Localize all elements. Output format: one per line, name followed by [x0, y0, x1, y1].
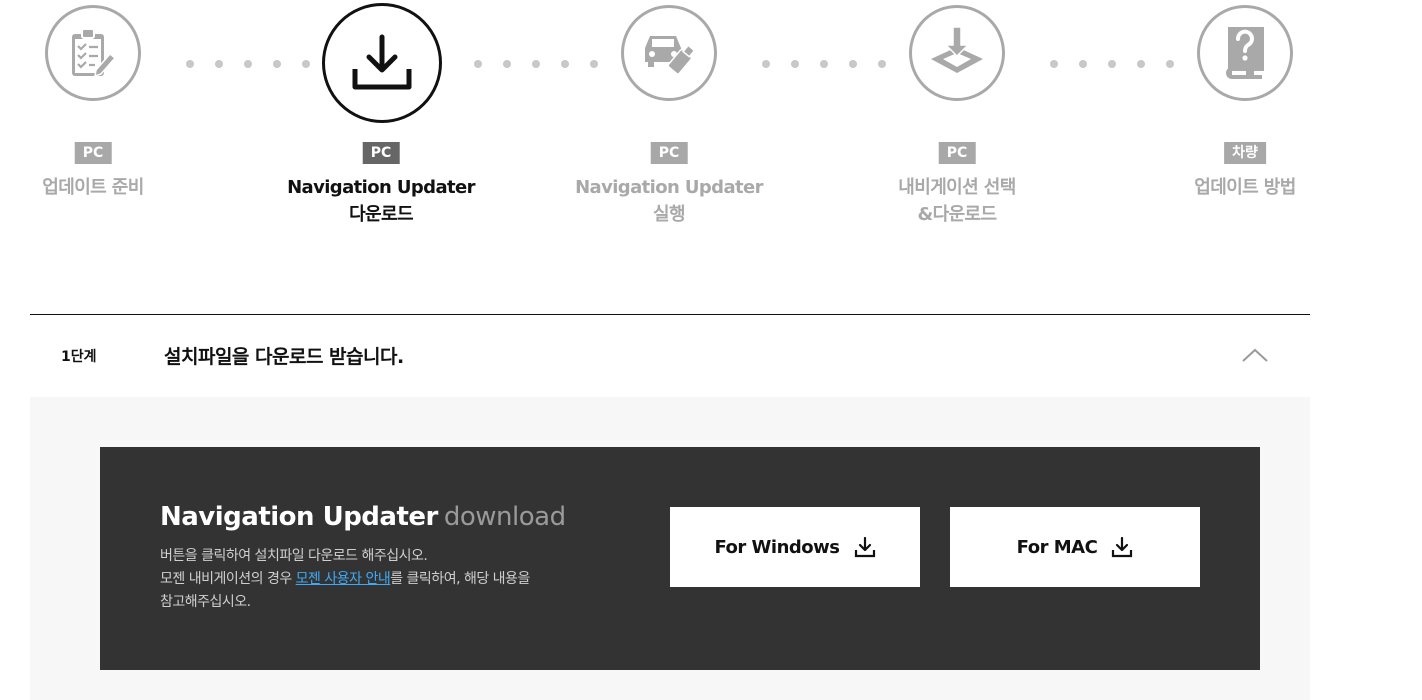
- step-1-badge: PC: [74, 142, 112, 164]
- download-description: 버튼을 클릭하여 설치파일 다운로드 해주십시오. 모젠 내비게이션의 경우 모…: [160, 545, 580, 614]
- step-4-circle[interactable]: [909, 5, 1005, 101]
- step-2-circle[interactable]: [322, 3, 442, 123]
- step-5-label-line1: 업데이트 방법: [1194, 177, 1296, 198]
- download-desc-line2-before: 모젠 내비게이션의 경우: [160, 571, 296, 587]
- step-5-label: 업데이트 방법: [1135, 174, 1355, 201]
- mozen-user-guide-link[interactable]: 모젠 사용자 안내: [296, 571, 391, 587]
- step-progress: PC PC PC PC 차량 업데이트 준비 Navigation Update…: [0, 0, 1422, 240]
- step-2-label: Navigation Updater 다운로드: [271, 174, 491, 228]
- chevron-up-icon[interactable]: [1240, 345, 1270, 365]
- download-mac-button[interactable]: For MAC: [950, 507, 1200, 587]
- step-4-badge: PC: [938, 142, 976, 164]
- car-usb-icon: [645, 36, 696, 75]
- step-1-label-line1: 업데이트 준비: [42, 177, 144, 198]
- download-panel: Navigation Updater download 버튼을 클릭하여 설치파일…: [100, 447, 1260, 670]
- download-icon: [1112, 536, 1133, 558]
- step-connector: [1050, 60, 1174, 68]
- step-3-circle[interactable]: [621, 5, 717, 101]
- step-3-badge: PC: [650, 142, 688, 164]
- accordion-header[interactable]: 1단계 설치파일을 다운로드 받습니다.: [30, 315, 1310, 397]
- accordion-step-label: 1단계: [61, 349, 97, 365]
- download-mac-label: For MAC: [1016, 536, 1098, 558]
- accordion-title: 설치파일을 다운로드 받습니다.: [164, 346, 404, 368]
- download-desc-line2-after: 를 클릭하여, 해당 내용을: [390, 571, 530, 587]
- download-desc-line3: 참고해주십시오.: [160, 594, 251, 610]
- download-desc-line2: 모젠 내비게이션의 경우 모젠 사용자 안내를 클릭하여, 해당 내용을: [160, 568, 580, 591]
- download-windows-button[interactable]: For Windows: [670, 507, 920, 587]
- step-5-badge: 차량: [1224, 142, 1266, 164]
- map-download-icon: [931, 26, 983, 73]
- step-2-label-line2: 다운로드: [349, 204, 413, 225]
- download-title-bold: Navigation Updater: [160, 502, 438, 532]
- step-3-label: Navigation Updater 실행: [559, 174, 779, 228]
- checklist-icon: [72, 28, 117, 78]
- download-icon: [352, 34, 412, 90]
- step-connector: [474, 60, 598, 68]
- step-connector: [762, 60, 886, 68]
- step-2-label-line1: Navigation Updater: [287, 177, 475, 198]
- download-desc-line1: 버튼을 클릭하여 설치파일 다운로드 해주십시오.: [160, 548, 428, 564]
- download-icon: [854, 536, 875, 558]
- help-book-icon: [1226, 27, 1264, 79]
- step-1-circle[interactable]: [45, 5, 141, 101]
- download-title: Navigation Updater download: [160, 502, 566, 532]
- step-1-label: 업데이트 준비: [0, 174, 203, 201]
- step-4-label-line2: &다운로드: [917, 204, 998, 225]
- download-title-light: download: [443, 502, 566, 532]
- step-connector: [186, 60, 310, 68]
- step-2-badge: PC: [362, 142, 400, 164]
- step-3-label-line1: Navigation Updater: [575, 177, 763, 198]
- step-3-label-line2: 실행: [653, 204, 686, 225]
- step-5-circle[interactable]: [1197, 5, 1293, 101]
- step-4-label: 내비게이션 선택 &다운로드: [847, 174, 1067, 228]
- step-4-label-line1: 내비게이션 선택: [898, 177, 1016, 198]
- download-windows-label: For Windows: [714, 536, 840, 558]
